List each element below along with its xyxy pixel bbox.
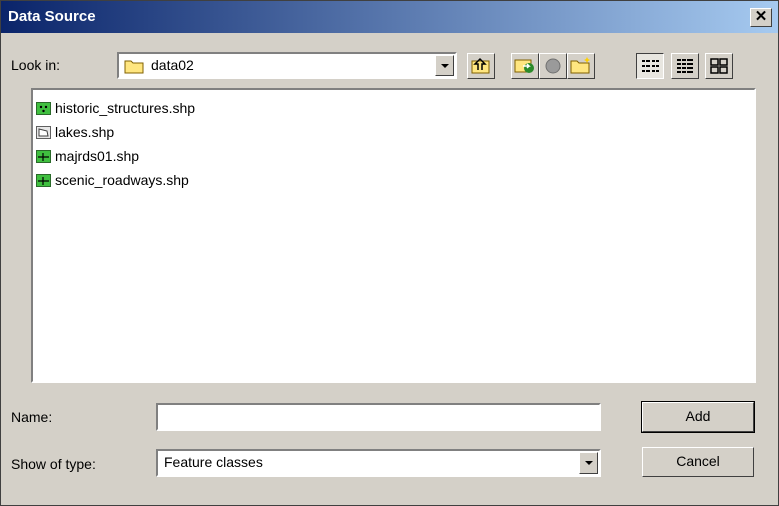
name-input[interactable] [156,403,601,431]
thumbnails-view-icon [710,58,728,74]
show-of-type-dropdown-button[interactable] [579,452,598,474]
file-name: lakes.shp [55,124,115,140]
connect-folder-icon [514,59,534,73]
up-folder-icon [471,57,490,74]
line-feature-icon [36,149,51,163]
up-one-level-button[interactable] [467,53,495,79]
thumbnails-view-button[interactable] [705,53,733,79]
disconnect-folder-icon [545,58,561,74]
look-in-combo[interactable]: data02 [117,52,457,79]
file-list[interactable]: historic_structures.shp lakes.shp majrds… [31,88,756,383]
list-view-icon [642,60,659,72]
folder-icon [124,58,144,77]
file-name: majrds01.shp [55,148,140,164]
list-item[interactable]: historic_structures.shp [36,98,195,118]
cancel-button[interactable]: Cancel [642,447,754,477]
data-source-dialog: Data Source ✕ Look in: data02 historic_s… [0,0,779,506]
connect-folder-button[interactable] [511,53,539,79]
list-item[interactable]: majrds01.shp [36,146,139,166]
point-feature-icon [36,101,51,115]
look-in-label: Look in: [11,57,61,73]
list-view-button[interactable] [636,53,664,79]
file-name: historic_structures.shp [55,100,196,116]
close-button[interactable]: ✕ [750,8,772,27]
look-in-dropdown-button[interactable] [435,55,454,76]
details-view-button[interactable] [671,53,699,79]
new-folder-button[interactable] [567,53,595,79]
new-folder-icon [570,57,590,74]
show-of-type-combo[interactable]: Feature classes [156,449,601,477]
disconnect-folder-button[interactable] [539,53,567,79]
name-label: Name: [11,409,53,425]
list-item[interactable]: lakes.shp [36,122,114,142]
look-in-value: data02 [151,57,194,73]
show-of-type-value: Feature classes [164,454,263,470]
file-name: scenic_roadways.shp [55,172,189,188]
line-feature-icon [36,173,51,187]
dialog-title: Data Source [8,8,96,25]
details-view-icon [677,59,693,73]
show-of-type-label: Show of type: [11,456,96,472]
polygon-feature-icon [36,125,51,139]
title-bar[interactable]: Data Source ✕ [1,1,778,33]
list-item[interactable]: scenic_roadways.shp [36,170,189,190]
add-button[interactable]: Add [641,401,755,433]
